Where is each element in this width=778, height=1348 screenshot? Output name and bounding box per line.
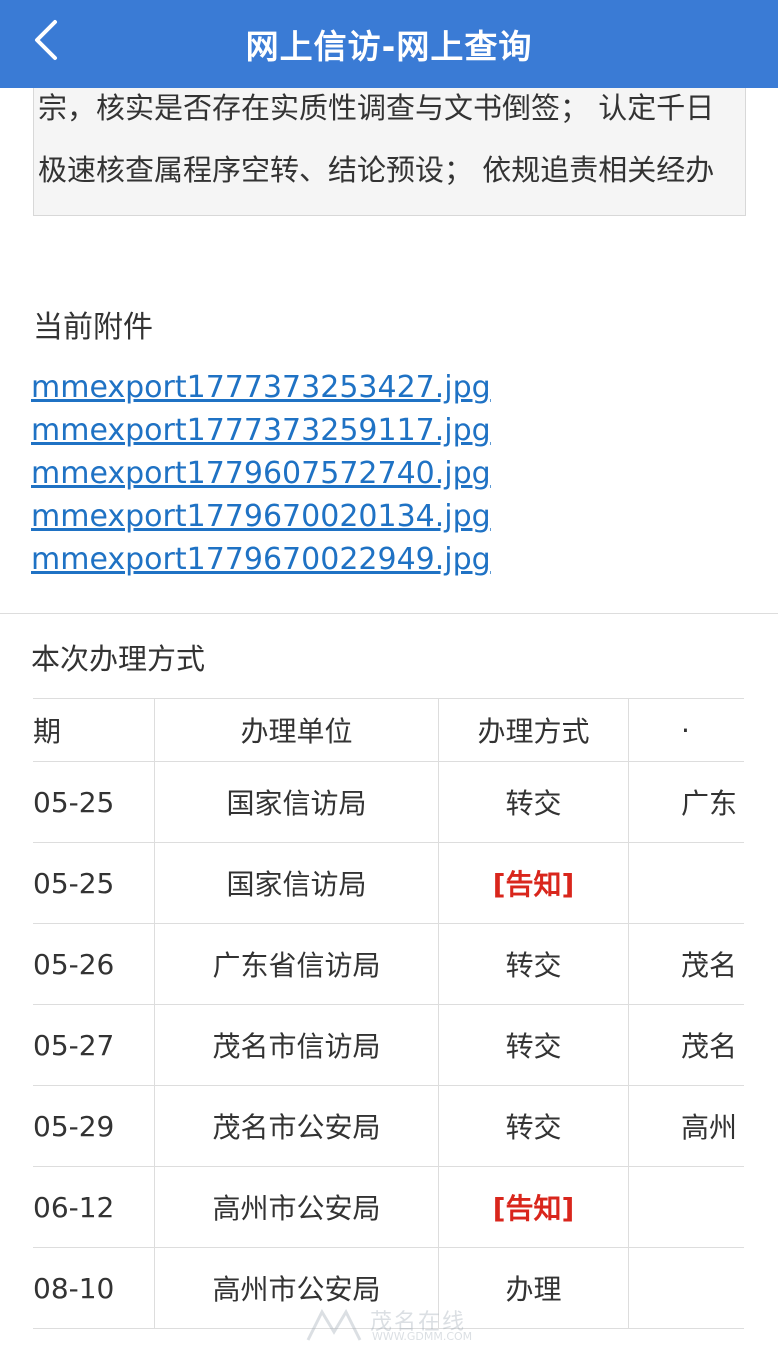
table-header-row: 期 办理单位 办理方式 · (33, 698, 744, 762)
cell-date: 05-26 (33, 923, 155, 1005)
table-row: 05-26 广东省信访局 转交 茂名 (33, 923, 744, 1005)
attachment-link[interactable]: mmexport1779607572740.jpg (31, 456, 491, 491)
cell-mode: 转交 (438, 1085, 629, 1167)
attachment-item: mmexport1779607572740.jpg (31, 452, 491, 495)
cell-next (628, 842, 744, 924)
cell-next: 茂名 (628, 923, 744, 1005)
watermark-logo-icon (306, 1308, 362, 1341)
cell-mode: 转交 (438, 761, 629, 843)
table-row: 05-29 茂名市公安局 转交 高州 (33, 1085, 744, 1167)
page-title: 网上信访-网上查询 (245, 27, 533, 66)
handling-table-scroll[interactable]: 期 办理单位 办理方式 · 05-25 国家信访局 转交 广东 05-25 国家… (33, 698, 744, 1331)
table-row: 05-25 国家信访局 [告知] (33, 842, 744, 924)
cell-next (628, 1247, 744, 1329)
attachment-item: mmexport1779670022949.jpg (31, 538, 491, 581)
chevron-left-icon (35, 20, 57, 60)
cell-date: 08-10 (33, 1247, 155, 1329)
section-divider (0, 613, 778, 614)
complaint-content-text: 宗，核实是否存在实质性调查与文书倒签； 认定千日极速核查属程序空转、结论预设； … (38, 91, 715, 187)
col-header-next: · (628, 698, 744, 762)
watermark-url: WWW.GDMM.COM (372, 1330, 473, 1343)
cell-date: 05-27 (33, 1004, 155, 1086)
attachment-item: mmexport1779670020134.jpg (31, 495, 491, 538)
cell-date: 05-25 (33, 842, 155, 924)
back-button[interactable] (22, 16, 70, 64)
app-header: 网上信访-网上查询 (0, 0, 778, 88)
cell-next: 广东 (628, 761, 744, 843)
cell-unit: 国家信访局 (154, 761, 439, 843)
cell-mode: 转交 (438, 1004, 629, 1086)
table-row: 05-25 国家信访局 转交 广东 (33, 761, 744, 843)
cell-unit: 广东省信访局 (154, 923, 439, 1005)
col-header-mode: 办理方式 (438, 698, 629, 762)
table-row: 06-12 高州市公安局 [告知] (33, 1166, 744, 1248)
cell-date: 05-25 (33, 761, 155, 843)
cell-unit: 茂名市公安局 (154, 1085, 439, 1167)
cell-unit: 茂名市信访局 (154, 1004, 439, 1086)
cell-next: 高州 (628, 1085, 744, 1167)
attachment-item: mmexport1777373253427.jpg (31, 366, 491, 409)
cell-next (628, 1166, 744, 1248)
col-header-date: 期 (33, 698, 155, 762)
table-row: 05-27 茂名市信访局 转交 茂名 (33, 1004, 744, 1086)
page: 宗，核实是否存在实质性调查与文书倒签； 认定千日极速核查属程序空转、结论预设； … (0, 0, 778, 1348)
cell-unit: 国家信访局 (154, 842, 439, 924)
cell-unit: 高州市公安局 (154, 1166, 439, 1248)
attachment-list: mmexport1777373253427.jpg mmexport177737… (31, 366, 491, 581)
cell-mode: 转交 (438, 923, 629, 1005)
attachment-link[interactable]: mmexport1779670020134.jpg (31, 499, 491, 534)
cell-date: 05-29 (33, 1085, 155, 1167)
attachment-link[interactable]: mmexport1779670022949.jpg (31, 542, 491, 577)
attachment-link[interactable]: mmexport1777373259117.jpg (31, 413, 491, 448)
cell-next: 茂名 (628, 1004, 744, 1086)
attachment-item: mmexport1777373259117.jpg (31, 409, 491, 452)
attachments-title: 当前附件 (33, 310, 153, 345)
col-header-unit: 办理单位 (154, 698, 439, 762)
attachment-link[interactable]: mmexport1777373253427.jpg (31, 370, 491, 405)
site-watermark: 茂名在线 WWW.GDMM.COM (300, 1302, 500, 1346)
handling-table: 期 办理单位 办理方式 · 05-25 国家信访局 转交 广东 05-25 国家… (33, 698, 744, 1329)
handling-method-title: 本次办理方式 (31, 642, 206, 676)
cell-mode-notice[interactable]: [告知] (438, 842, 629, 924)
cell-date: 06-12 (33, 1166, 155, 1248)
cell-mode-notice[interactable]: [告知] (438, 1166, 629, 1248)
